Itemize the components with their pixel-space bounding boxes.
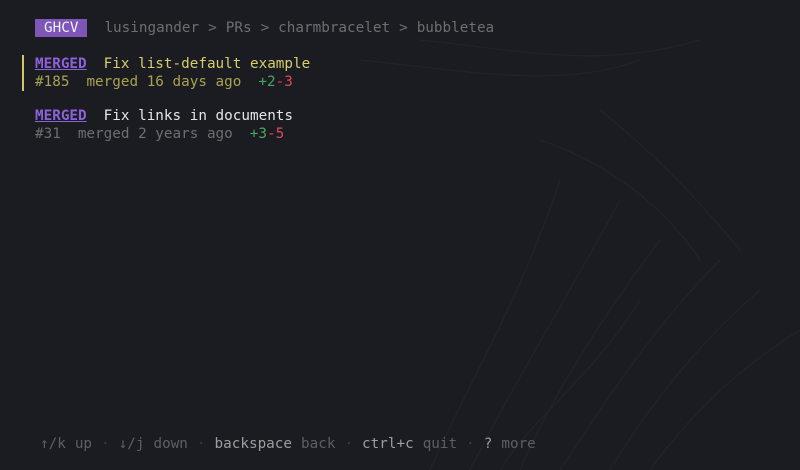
- breadcrumb-separator: >: [399, 20, 408, 36]
- hint-desc-up: up: [74, 436, 93, 452]
- pr-number: #185: [35, 74, 70, 90]
- hint-desc-quit: quit: [422, 436, 458, 452]
- pr-deletions: -5: [266, 126, 285, 142]
- pr-list: MERGED Fix list-default example #185 mer…: [21, 55, 311, 159]
- hint-key-more: ?: [483, 436, 493, 452]
- hint-desc-more: more: [501, 436, 536, 452]
- pr-number: #31: [35, 126, 61, 142]
- breadcrumb-user[interactable]: lusingander: [104, 19, 199, 37]
- pr-additions: +2: [258, 74, 276, 90]
- header-bar: GHCV lusingander > PRs > charmbracelet >…: [35, 19, 494, 37]
- hint-key-up: ↑/k: [40, 436, 66, 452]
- hint-desc-back: back: [301, 436, 336, 452]
- key-hints-bar: ↑/k up · ↓/j down · backspace back · ctr…: [40, 435, 536, 453]
- pr-deletions: -3: [275, 74, 293, 90]
- breadcrumb-prs[interactable]: PRs: [226, 19, 252, 37]
- breadcrumb-repo[interactable]: bubbletea: [417, 19, 494, 37]
- pr-title: Fix list-default example: [103, 56, 311, 72]
- pr-merged-date: merged 2 years ago: [77, 126, 233, 142]
- pr-merged-date: merged 16 days ago: [86, 74, 242, 90]
- breadcrumb-separator: >: [208, 20, 217, 36]
- hint-separator: ·: [101, 436, 110, 452]
- hint-separator: ·: [344, 436, 354, 452]
- pr-title: Fix links in documents: [103, 108, 294, 124]
- hint-desc-down: down: [153, 436, 188, 452]
- pr-state-badge: MERGED: [35, 108, 87, 124]
- pr-additions: +3: [249, 126, 267, 142]
- breadcrumb-separator: >: [260, 20, 270, 36]
- app-badge: GHCV: [35, 19, 88, 37]
- hint-key-back: backspace: [214, 436, 292, 452]
- hint-separator: ·: [196, 436, 206, 452]
- hint-key-quit: ctrl+c: [362, 436, 414, 452]
- pr-state-badge: MERGED: [35, 56, 87, 72]
- pr-list-item-selected[interactable]: MERGED Fix list-default example #185 mer…: [21, 55, 311, 91]
- pr-list-item[interactable]: MERGED Fix links in documents #31 merged…: [35, 107, 310, 143]
- hint-separator: ·: [466, 436, 475, 452]
- breadcrumb-owner[interactable]: charmbracelet: [278, 19, 390, 37]
- hint-key-down: ↓/j: [118, 436, 145, 452]
